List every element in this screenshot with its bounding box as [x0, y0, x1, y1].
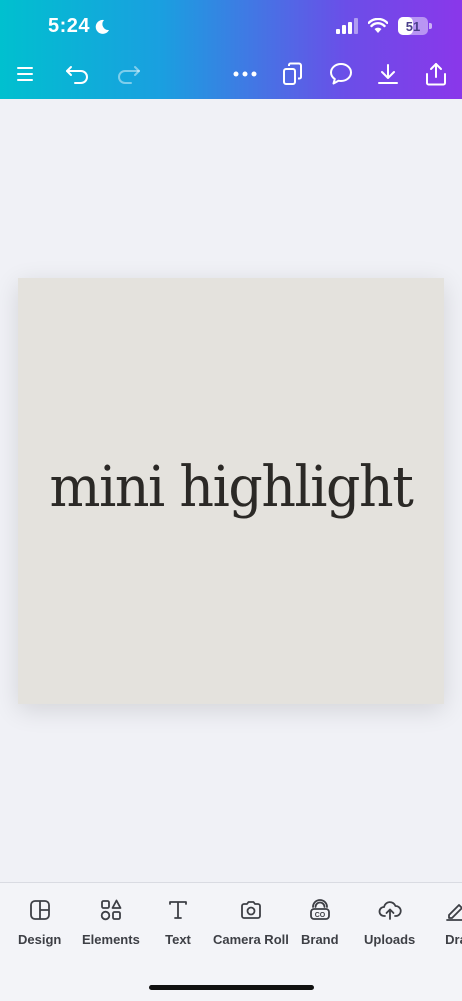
tab-camera-roll[interactable]: Camera Roll	[213, 897, 289, 947]
camera-icon	[241, 901, 261, 919]
layout-icon	[29, 900, 50, 920]
tab-label: Brand	[301, 932, 339, 947]
share-button[interactable]	[420, 58, 452, 90]
tab-elements[interactable]: Elements	[82, 897, 140, 947]
tab-text[interactable]: Text	[165, 897, 191, 947]
more-button[interactable]	[229, 58, 261, 90]
download-button[interactable]	[372, 58, 404, 90]
draw-icon	[446, 904, 462, 921]
redo-icon	[118, 66, 140, 84]
comment-icon	[330, 63, 352, 85]
download-icon	[378, 64, 398, 84]
tab-label: Design	[18, 932, 62, 947]
battery-cap	[429, 23, 432, 29]
share-icon	[426, 63, 446, 86]
tab-label: Text	[165, 932, 191, 947]
home-indicator	[149, 985, 314, 990]
redo-button[interactable]	[112, 58, 144, 90]
tab-label: Elements	[82, 932, 140, 947]
tab-label: Camera Roll	[213, 932, 289, 947]
battery-percent: 51	[405, 18, 421, 34]
moon-icon	[95, 19, 109, 34]
undo-button[interactable]	[62, 58, 94, 90]
bottom-toolbar: Design Elements Text Camera Roll CO Bran…	[0, 882, 462, 1001]
tab-label: Uploads	[364, 932, 416, 947]
tab-brand[interactable]: CO Brand	[301, 897, 339, 947]
status-right: 51	[336, 17, 432, 35]
tab-label: Dra	[445, 932, 462, 947]
shapes-icon	[100, 899, 122, 921]
menu-icon	[17, 67, 33, 81]
status-time: 5:24	[48, 15, 91, 37]
top-header: 5:24 51	[0, 0, 462, 99]
text-icon	[169, 901, 187, 919]
more-icon	[233, 71, 257, 77]
tab-design[interactable]: Design	[18, 897, 61, 947]
tab-draw[interactable]: Dra	[443, 897, 462, 947]
pages-icon	[283, 62, 302, 85]
pages-button[interactable]	[277, 58, 309, 90]
wifi-icon	[368, 18, 388, 33]
brand-icon: CO	[309, 899, 330, 920]
signal-icon	[336, 18, 358, 34]
design-text[interactable]: mini highlight	[50, 455, 414, 520]
menu-button[interactable]	[10, 58, 42, 90]
comment-button[interactable]	[325, 58, 357, 90]
svg-text:CO: CO	[315, 912, 326, 919]
battery-indicator: 51	[398, 17, 432, 35]
canvas-area[interactable]: mini highlight	[0, 99, 462, 882]
design-page[interactable]: mini highlight	[18, 278, 444, 704]
tab-uploads[interactable]: Uploads	[364, 897, 415, 947]
upload-cloud-icon	[378, 901, 402, 920]
undo-icon	[66, 66, 88, 84]
